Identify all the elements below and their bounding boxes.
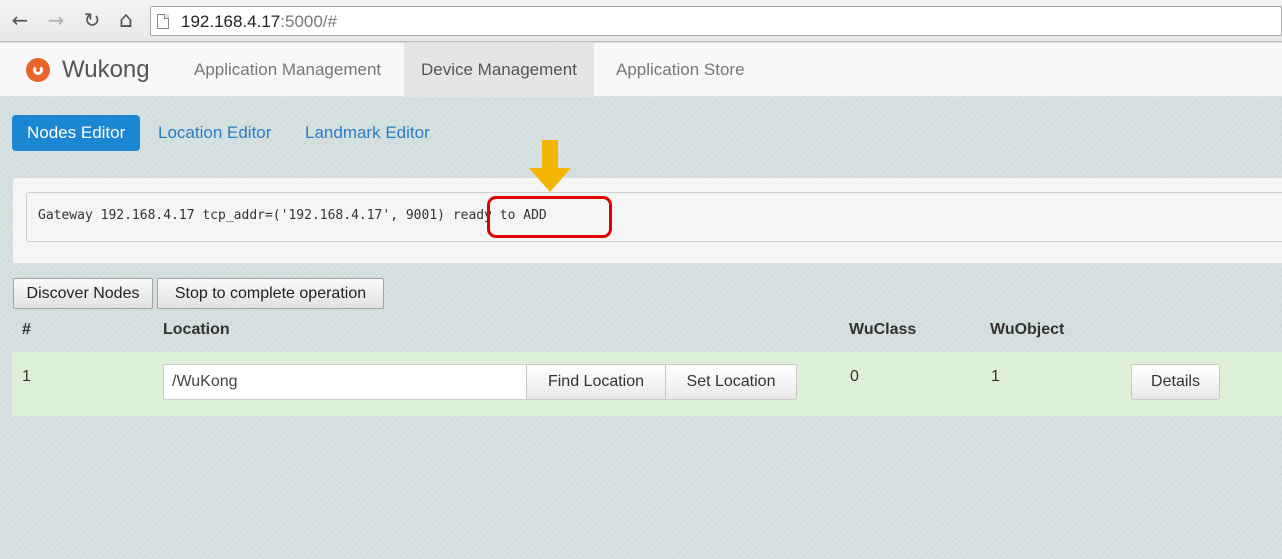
- row-wuclass: 0: [850, 368, 859, 385]
- url-text: 192.168.4.17:5000/#: [181, 12, 337, 31]
- log-gateway-text: Gateway 192.168.4.17 tcp_addr=('192.168.…: [38, 208, 445, 223]
- app-navbar: Wukong Application Management Device Man…: [0, 43, 1282, 97]
- find-location-button[interactable]: Find Location: [526, 364, 666, 400]
- page-icon: [157, 14, 169, 29]
- tab-nodes-editor[interactable]: Nodes Editor: [12, 115, 141, 151]
- column-header-index: #: [22, 321, 31, 338]
- wukong-logo-icon: [26, 58, 50, 82]
- status-highlight-box: [487, 196, 612, 238]
- browser-toolbar: ← → ↻ ⌂ 192.168.4.17:5000/#: [0, 0, 1282, 42]
- nav-application-management[interactable]: Application Management: [177, 43, 398, 97]
- stop-operation-button[interactable]: Stop to complete operation: [157, 278, 384, 309]
- nav-application-store[interactable]: Application Store: [599, 43, 762, 97]
- address-bar[interactable]: 192.168.4.17:5000/#: [150, 6, 1282, 36]
- back-arrow-icon[interactable]: ←: [8, 8, 32, 32]
- row-wuobject: 1: [991, 368, 1000, 385]
- reload-icon[interactable]: ↻: [80, 8, 104, 32]
- column-header-wuclass: WuClass: [849, 321, 917, 338]
- column-header-location: Location: [163, 321, 230, 338]
- log-text: Gateway 192.168.4.17 tcp_addr=('192.168.…: [38, 208, 547, 223]
- set-location-button[interactable]: Set Location: [665, 364, 797, 400]
- discover-nodes-button[interactable]: Discover Nodes: [13, 278, 153, 309]
- home-icon[interactable]: ⌂: [114, 8, 138, 33]
- brand-name: Wukong: [62, 56, 150, 83]
- column-header-wuobject: WuObject: [990, 321, 1065, 338]
- brand[interactable]: Wukong: [26, 55, 150, 85]
- forward-arrow-icon[interactable]: →: [44, 8, 68, 32]
- tab-landmark-editor[interactable]: Landmark Editor: [290, 115, 445, 151]
- details-button[interactable]: Details: [1131, 364, 1220, 400]
- row-index: 1: [22, 368, 31, 385]
- tab-location-editor[interactable]: Location Editor: [143, 115, 286, 151]
- nav-device-management[interactable]: Device Management: [404, 43, 594, 97]
- down-arrow-icon: [529, 140, 571, 192]
- location-input[interactable]: [163, 364, 527, 400]
